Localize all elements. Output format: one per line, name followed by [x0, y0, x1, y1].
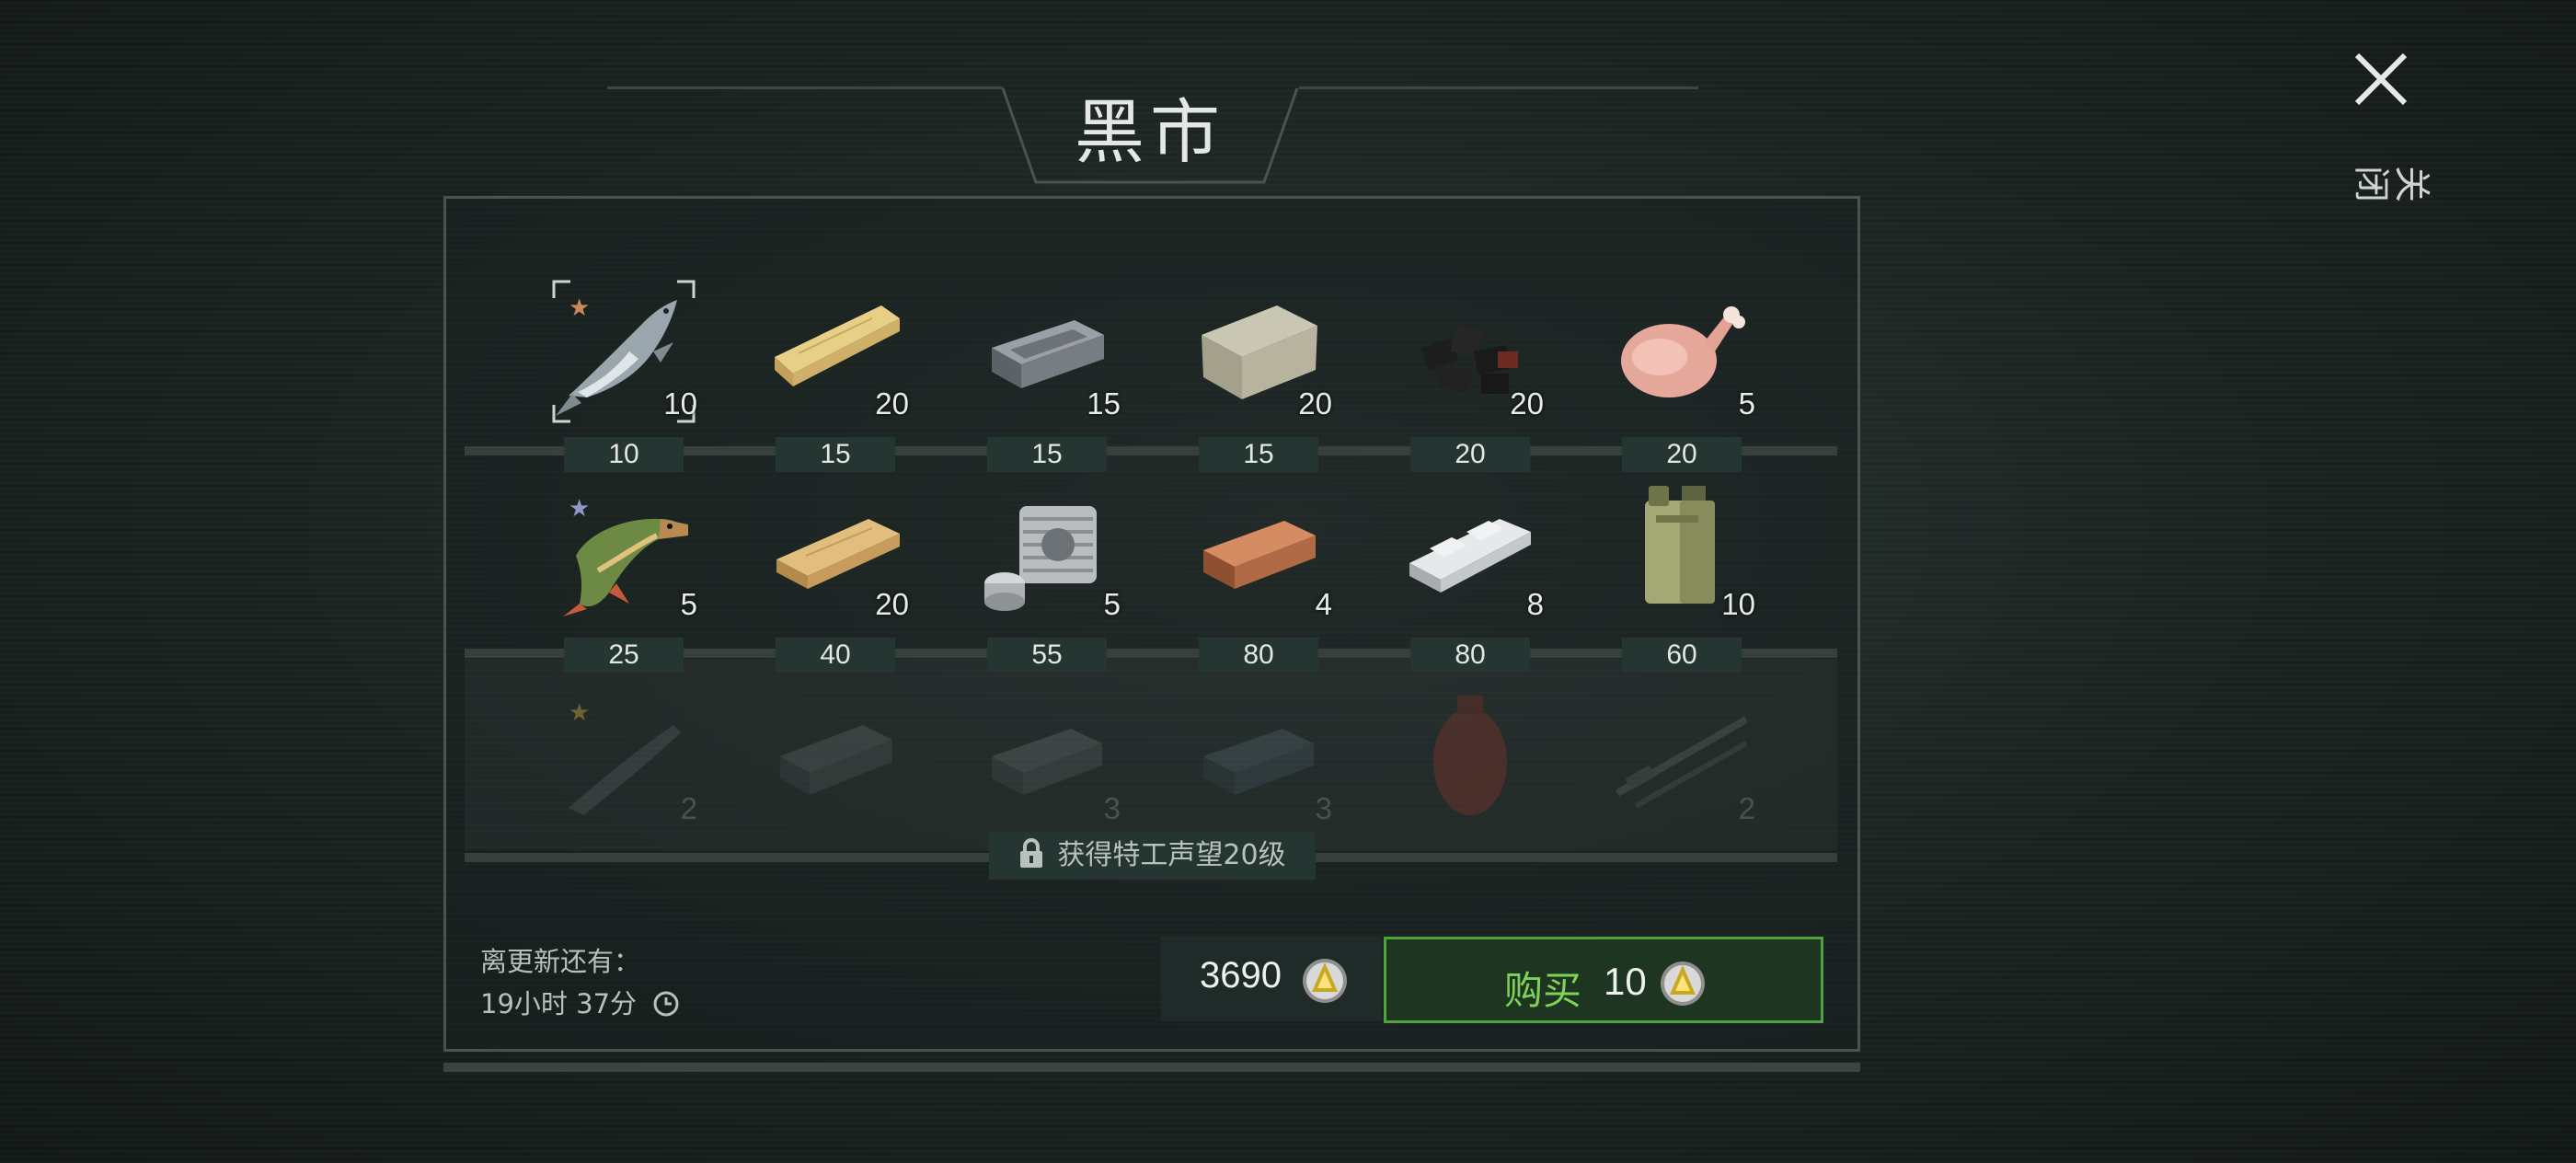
- refresh-time: 19小时 37分: [480, 983, 680, 1021]
- title-left-line: [607, 86, 1003, 89]
- item-quantity: 4: [1315, 587, 1332, 621]
- item-quantity: 2: [1738, 791, 1755, 825]
- item-quantity: 3: [1315, 791, 1332, 825]
- refresh-time-value: 19小时 37分: [480, 988, 638, 1019]
- copper-ingot-icon: [1203, 521, 1316, 589]
- shop-item-wood-board[interactable]: 20: [762, 478, 909, 626]
- panel-bottom-bar: [443, 1063, 1860, 1072]
- page-title: 黑市: [1075, 91, 1225, 173]
- item-price: 20: [1410, 437, 1530, 472]
- engine-cylinder-icon: [984, 506, 1097, 611]
- item-quantity: 5: [1738, 386, 1755, 420]
- item-price: 80: [1199, 638, 1318, 673]
- item-quantity: 15: [1087, 386, 1121, 420]
- rarity-star-icon: ★: [569, 699, 591, 727]
- shop-item-titanium-ingot-locked: 3: [1185, 683, 1332, 830]
- title-right-line: [1299, 86, 1698, 89]
- item-quantity: 3: [1103, 791, 1121, 825]
- shop-item-sturgeon-locked: ★ 2: [550, 683, 697, 830]
- shop-item-gas-cylinder-locked: [1397, 683, 1544, 830]
- rifle-parts-icon: [1616, 716, 1748, 809]
- close-label[interactable]: 关闭: [2351, 159, 2432, 207]
- refresh-label: 离更新还有：: [480, 946, 641, 977]
- close-icon: [2354, 52, 2408, 106]
- shop-item-wood-plank[interactable]: 20: [762, 278, 909, 425]
- item-quantity: 8: [1526, 587, 1544, 621]
- item-quantity: 5: [1103, 587, 1121, 621]
- shop-item-steel-ingot-locked: 3: [973, 683, 1121, 830]
- item-price: 40: [776, 638, 895, 673]
- buy-button[interactable]: 购买 10: [1384, 937, 1823, 1023]
- buy-amount: 10: [1604, 960, 1647, 1003]
- shop-item-engine-cylinder[interactable]: 5: [973, 478, 1121, 626]
- shop-item-coal[interactable]: 20: [1397, 278, 1544, 425]
- shop-item-copper-ingot[interactable]: 4: [1185, 478, 1332, 626]
- close-button[interactable]: [2344, 42, 2418, 116]
- item-quantity: 10: [1721, 587, 1755, 621]
- item-quantity: 2: [680, 791, 697, 825]
- item-quantity: 10: [663, 386, 697, 420]
- genesis-coin-icon: [1303, 959, 1347, 1003]
- rarity-star-icon: ★: [569, 294, 591, 322]
- shop-item-dark-ingot-locked: [762, 683, 909, 830]
- item-price: 60: [1622, 638, 1742, 673]
- item-price: 15: [987, 437, 1107, 472]
- balance-value: 3690: [1200, 955, 1282, 996]
- shop-item-rifle-parts-locked: 2: [1608, 683, 1755, 830]
- shop-item-chicken[interactable]: 5: [1608, 278, 1755, 425]
- item-price: 10: [564, 437, 684, 472]
- lock-requirement-text: 获得特工声望20级: [1057, 839, 1286, 871]
- gas-cylinder-icon: [1433, 696, 1507, 815]
- aluminum-bar-icon: [1409, 519, 1531, 593]
- item-price: 15: [1199, 437, 1318, 472]
- steel-ingot-icon: [992, 729, 1102, 795]
- titanium-ingot-icon: [1203, 729, 1314, 795]
- item-quantity: 5: [680, 587, 697, 621]
- item-price: 20: [1622, 437, 1742, 472]
- currency-balance: 3690: [1161, 937, 1382, 1021]
- clock-icon: [653, 991, 679, 1017]
- lock-icon: [1020, 838, 1043, 868]
- shop-item-aluminum[interactable]: 8: [1397, 478, 1544, 626]
- item-price: 80: [1410, 638, 1530, 673]
- lock-requirement-badge: 获得特工声望20级: [989, 832, 1316, 880]
- shop-item-salmon[interactable]: ★ 10: [550, 278, 697, 425]
- genesis-coin-icon: [1661, 961, 1705, 1006]
- buy-label: 购买: [1504, 968, 1582, 1013]
- raw-chicken-icon: [1621, 306, 1745, 397]
- shop-item-pike[interactable]: ★ 5: [550, 478, 697, 626]
- item-quantity: 20: [875, 386, 909, 420]
- shop-item-jerry-can[interactable]: 10: [1608, 478, 1755, 626]
- item-price: 55: [987, 638, 1107, 673]
- item-price: 15: [776, 437, 895, 472]
- item-price: 25: [564, 638, 684, 673]
- item-quantity: 20: [1510, 386, 1544, 420]
- dark-ingot-icon: [780, 725, 892, 795]
- item-quantity: 20: [1298, 386, 1332, 420]
- item-quantity: 20: [875, 587, 909, 621]
- shop-item-stone[interactable]: 20: [1185, 278, 1332, 425]
- rarity-star-icon: ★: [569, 495, 591, 523]
- shop-item-iron-ingot[interactable]: 15: [973, 278, 1121, 425]
